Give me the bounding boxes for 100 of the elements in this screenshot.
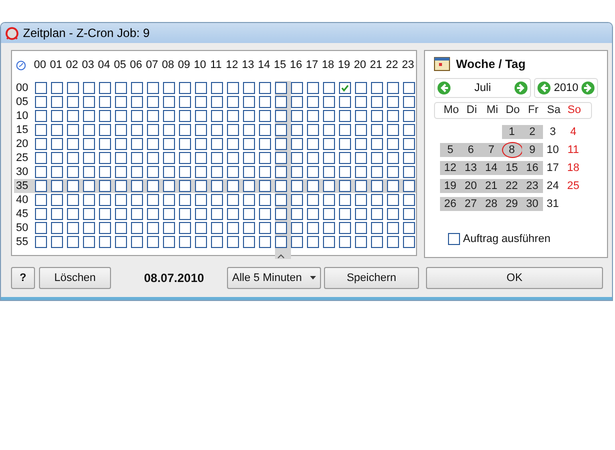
checkbox[interactable] [403,82,415,94]
checkbox[interactable] [163,152,175,164]
checkbox[interactable] [291,166,303,178]
checkbox[interactable] [275,110,287,122]
checkbox[interactable] [179,138,191,150]
checkbox[interactable] [371,124,383,136]
checkbox[interactable] [323,82,335,94]
checkbox[interactable] [355,208,367,220]
checkbox[interactable] [179,194,191,206]
checkbox[interactable] [339,138,351,150]
checkbox[interactable] [99,208,111,220]
checkbox[interactable] [403,124,415,136]
checkbox[interactable] [227,96,239,108]
checkbox[interactable] [67,82,79,94]
checkbox[interactable] [211,96,223,108]
calendar-day[interactable]: 15 [502,161,522,175]
checkbox[interactable] [291,124,303,136]
calendar-day[interactable]: 2 [522,125,542,139]
checkbox[interactable] [355,166,367,178]
checkbox[interactable] [291,96,303,108]
checkbox[interactable] [355,96,367,108]
checkbox[interactable] [227,138,239,150]
checkbox[interactable] [99,138,111,150]
checkbox[interactable] [35,208,47,220]
checkbox[interactable] [259,82,271,94]
calendar-day[interactable]: 25 [563,179,584,193]
calendar-day[interactable]: 10 [542,143,563,157]
checkbox[interactable] [99,222,111,234]
checkbox[interactable] [371,96,383,108]
checkbox[interactable] [275,236,287,248]
checkbox[interactable] [371,208,383,220]
checkbox[interactable] [387,124,399,136]
checkbox[interactable] [99,180,111,192]
calendar-day[interactable]: 30 [522,197,542,211]
checkbox[interactable] [211,152,223,164]
checkbox[interactable] [195,96,207,108]
ok-button[interactable]: OK [426,267,603,289]
checkbox[interactable] [131,222,143,234]
checkbox[interactable] [275,222,287,234]
checkbox[interactable] [339,236,351,248]
checkbox[interactable] [35,236,47,248]
calendar-day[interactable]: 16 [522,161,542,175]
checkbox[interactable] [259,124,271,136]
checkbox[interactable] [387,194,399,206]
help-button[interactable]: ? [11,267,35,289]
checkbox[interactable] [51,208,63,220]
checkbox[interactable] [403,222,415,234]
checkbox[interactable] [195,82,207,94]
checkbox[interactable] [355,82,367,94]
calendar-day[interactable]: 14 [481,161,502,175]
checkbox[interactable] [163,96,175,108]
checkbox[interactable] [51,152,63,164]
checkbox[interactable] [147,138,159,150]
calendar-day[interactable]: 12 [440,161,460,175]
checkbox[interactable] [227,82,239,94]
checkbox[interactable] [131,236,143,248]
checkbox[interactable] [227,166,239,178]
checkbox[interactable] [163,194,175,206]
checkbox[interactable] [403,194,415,206]
checkbox[interactable] [371,166,383,178]
checkbox[interactable] [307,82,319,94]
checkbox[interactable] [51,124,63,136]
calendar-day[interactable]: 4 [563,125,584,139]
checkbox[interactable] [291,152,303,164]
checkbox[interactable] [387,180,399,192]
checkbox[interactable] [51,96,63,108]
checkbox[interactable] [227,180,239,192]
checkbox[interactable] [83,124,95,136]
checkbox[interactable] [99,82,111,94]
checkbox[interactable] [147,124,159,136]
checkbox[interactable] [51,194,63,206]
checkbox[interactable] [339,194,351,206]
calendar-day[interactable]: 7 [481,143,502,157]
checkbox[interactable] [195,222,207,234]
checkbox[interactable] [99,124,111,136]
clear-button[interactable]: Löschen [39,267,111,289]
checkbox[interactable] [179,208,191,220]
checkbox[interactable] [99,110,111,122]
checkbox[interactable] [131,124,143,136]
checkbox[interactable] [115,236,127,248]
calendar-day[interactable]: 20 [460,179,481,193]
checkbox[interactable] [147,180,159,192]
run-job-checkbox[interactable]: Auftrag ausführen [448,233,598,245]
checkbox[interactable] [243,110,255,122]
checkbox[interactable] [243,96,255,108]
checkbox[interactable] [403,96,415,108]
checkbox[interactable] [211,138,223,150]
calendar-day[interactable]: 19 [440,179,460,193]
calendar-day[interactable]: 22 [502,179,522,193]
checkbox[interactable] [323,166,335,178]
checkbox[interactable] [243,124,255,136]
checkbox[interactable] [35,194,47,206]
checkbox[interactable] [163,110,175,122]
checkbox[interactable] [227,236,239,248]
checkbox[interactable] [35,166,47,178]
checkbox[interactable] [259,152,271,164]
checkbox[interactable] [195,208,207,220]
checkbox[interactable] [131,138,143,150]
checkbox[interactable] [211,166,223,178]
checkbox[interactable] [147,236,159,248]
